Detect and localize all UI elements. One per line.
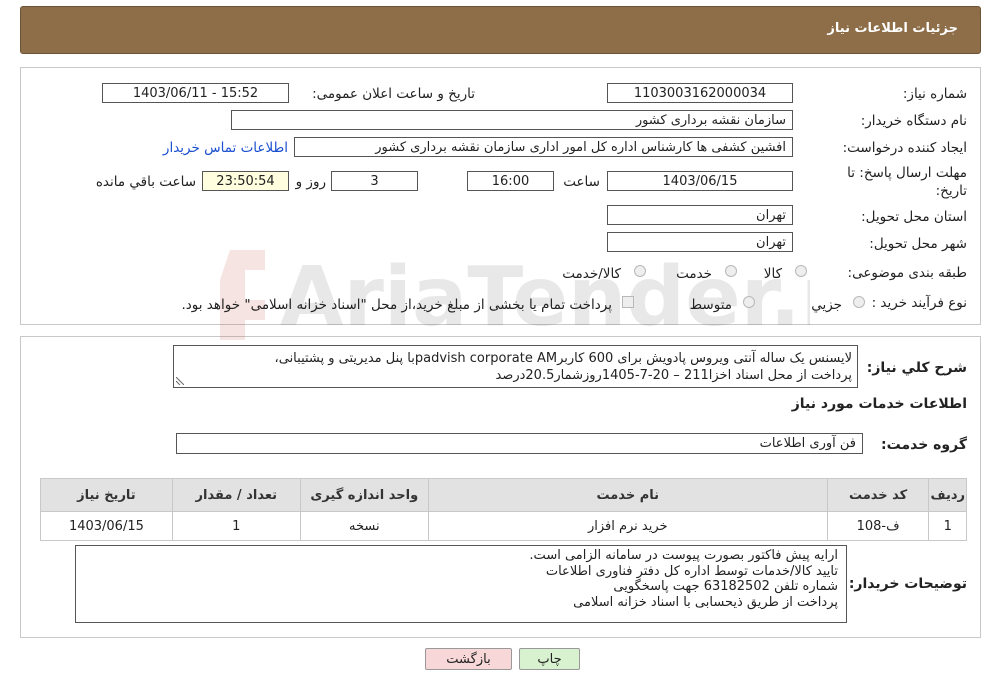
col-row-number: ردیف [928, 478, 967, 512]
deadline-time-field: 16:00 [467, 171, 554, 191]
col-service-name: نام خدمت [427, 478, 828, 512]
need-info-panel [20, 67, 981, 325]
purchase-option-medium: متوسط [689, 297, 732, 313]
purchase-option-minor: جزیي [811, 297, 842, 313]
announce-label: تاریخ و ساعت اعلان عمومی: [312, 86, 475, 102]
back-button[interactable]: بازگشت [425, 648, 512, 670]
category-radio-goods-service[interactable] [634, 265, 646, 277]
purchase-radio-medium[interactable] [743, 296, 755, 308]
buyer-note-line: تایید کالا/خدمات توسط اداره کل دفتر فناو… [545, 563, 838, 579]
deadline-date-field: 1403/06/15 [607, 171, 793, 191]
cell-service-name: خرید نرم افزار [427, 511, 828, 541]
buyer-notes-label: توضیحات خریدار: [848, 576, 967, 592]
summary-line-2: پرداخت از محل اسناد اخزا211 – 20-7-1405ر… [495, 368, 852, 383]
resize-handle-icon[interactable] [176, 377, 184, 385]
summary-textarea[interactable]: لایسنس یک ساله آنتی ویروس پادویش برای 60… [173, 345, 858, 388]
province-label: استان محل تحویل: [861, 209, 967, 225]
category-option-service: خدمت [676, 266, 712, 282]
creator-field: افشین کشفی ها کارشناس اداره کل امور ادار… [294, 137, 793, 157]
deadline-label-date: تاریخ: [935, 183, 967, 199]
buyer-contact-link[interactable]: اطلاعات تماس خریدار [163, 140, 288, 156]
buyer-note-line: ارایه پیش فاکتور بصورت پیوست در سامانه ا… [529, 548, 838, 563]
treasury-payment-checkbox[interactable] [622, 296, 634, 308]
city-label: شهر محل تحویل: [869, 236, 967, 252]
col-service-code: کد خدمت [826, 478, 930, 512]
cell-quantity: 1 [171, 511, 301, 541]
buyer-org-label: نام دستگاه خریدار: [860, 113, 967, 129]
services-heading: اطلاعات خدمات مورد نیاز [791, 396, 967, 412]
deadline-label: مهلت ارسال پاسخ: تا [847, 165, 967, 181]
cell-row-number: 1 [928, 511, 967, 541]
page-title: جزئیات اطلاعات نیاز [827, 21, 958, 36]
days-remaining-field: 3 [331, 171, 418, 191]
cell-unit: نسخه [299, 511, 429, 541]
buyer-notes-textarea[interactable]: ارایه پیش فاکتور بصورت پیوست در سامانه ا… [75, 545, 847, 623]
treasury-payment-note: پرداخت تمام یا بخشی از مبلغ خرید،از محل … [181, 297, 612, 313]
remaining-time-label: ساعت باقي مانده [95, 174, 196, 190]
purchase-type-label: نوع فرآیند خرید : [871, 295, 967, 311]
announce-datetime-field: 1403/06/11 - 15:52 [102, 83, 289, 103]
city-field: تهران [607, 232, 793, 252]
buyer-note-line: پرداخت از طریق ذیحسابی با اسناد خزانه اس… [573, 594, 838, 610]
purchase-radio-minor[interactable] [853, 296, 865, 308]
col-unit: واحد اندازه گیری [299, 478, 429, 512]
print-button[interactable]: چاپ [519, 648, 580, 670]
category-option-goods-service: کالا/خدمت [562, 266, 621, 282]
province-field: تهران [607, 205, 793, 225]
service-group-field: فن آوری اطلاعات [176, 433, 863, 454]
category-option-goods: کالا [763, 266, 782, 282]
creator-label: ایجاد کننده درخواست: [842, 140, 967, 156]
summary-label: شرح کلي نياز: [866, 360, 967, 376]
cell-service-code: ف-108 [826, 511, 930, 541]
col-quantity: تعداد / مقدار [171, 478, 301, 512]
days-label: روز و [295, 174, 326, 190]
buyer-note-line: شماره تلفن 63182502 جهت پاسخگویی [613, 579, 838, 594]
table-header-row: ردیف کد خدمت نام خدمت واحد اندازه گیری ت… [40, 478, 967, 512]
category-label: طبقه بندی موضوعی: [847, 265, 967, 281]
cell-need-date: 1403/06/15 [40, 511, 173, 541]
table-row: 1 ف-108 خرید نرم افزار نسخه 1 1403/06/15 [40, 511, 967, 541]
services-table: ردیف کد خدمت نام خدمت واحد اندازه گیری ت… [40, 478, 967, 541]
buyer-org-field: سازمان نقشه برداری کشور [231, 110, 793, 130]
category-radio-goods[interactable] [795, 265, 807, 277]
category-radio-service[interactable] [725, 265, 737, 277]
remaining-time-field: 23:50:54 [202, 171, 289, 191]
need-number-label: شماره نیاز: [902, 86, 967, 102]
col-need-date: تاریخ نیاز [40, 478, 173, 512]
page-header: جزئیات اطلاعات نیاز [20, 6, 981, 54]
need-number-field: 1103003162000034 [607, 83, 793, 103]
summary-line-1: لایسنس یک ساله آنتی ویروس پادویش برای 60… [274, 351, 852, 366]
deadline-time-label: ساعت [563, 174, 600, 190]
service-group-label: گروه خدمت: [881, 437, 967, 453]
